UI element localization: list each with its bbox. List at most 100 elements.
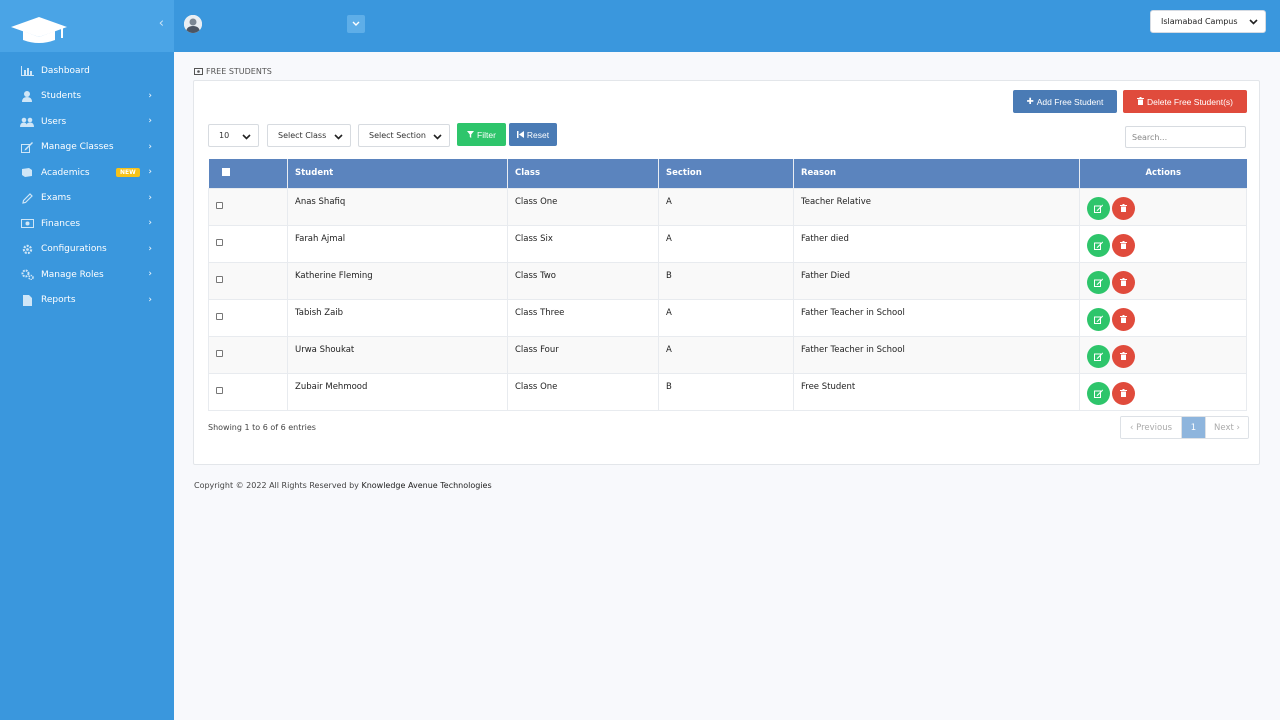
file-icon [20,294,34,306]
sidebar-item-dashboard[interactable]: Dashboard [0,58,174,84]
users-icon [20,116,34,128]
row-select-cell [208,224,288,263]
copyright-text: Copyright © 2022 All Rights Reserved by [194,481,359,490]
row-select-cell [208,261,288,300]
section-select[interactable]: Select Section [358,124,450,147]
section-cell: A [658,224,794,263]
edit-button[interactable] [1087,381,1110,405]
trash-icon [1120,241,1127,249]
edit-button[interactable] [1087,307,1110,331]
sidebar-item-exams[interactable]: Exams › [0,186,174,212]
actions-cell [1079,372,1247,411]
edit-button[interactable] [1087,270,1110,294]
reset-button[interactable]: Reset [509,123,557,146]
edit-icon [1094,241,1103,250]
sidebar-item-reports[interactable]: Reports › [0,288,174,314]
row-checkbox[interactable] [216,201,223,209]
edit-icon [1094,389,1103,398]
delete-button[interactable] [1112,196,1135,220]
search-input[interactable] [1125,126,1246,148]
delete-button[interactable] [1112,307,1135,331]
row-select-cell [208,335,288,374]
sidebar-item-configurations[interactable]: Configurations › [0,237,174,263]
reset-label: Reset [526,129,550,140]
sidebar-item-manage-roles[interactable]: Manage Roles › [0,262,174,288]
class-select[interactable]: Select Class [267,124,351,147]
section-select-value: Select Section [369,131,426,140]
page-1-button[interactable]: 1 [1182,417,1205,438]
sidebar-item-academics[interactable]: Academics NEW › [0,160,174,186]
reason-cell: Father Died [793,261,1080,300]
class-cell: Class Four [507,335,659,374]
previous-label: Previous [1136,422,1173,433]
class-cell: Class Three [507,298,659,337]
row-checkbox[interactable] [216,312,223,320]
skip-back-icon [516,131,524,138]
chevron-right-icon: › [148,90,152,101]
user-avatar[interactable] [184,15,202,33]
sidebar-item-finances[interactable]: Finances › [0,211,174,237]
class-cell: Class Two [507,261,659,300]
actions-cell [1079,224,1247,263]
edit-button[interactable] [1087,233,1110,257]
column-header[interactable]: Section [658,159,794,188]
column-header[interactable]: Student [287,159,508,188]
row-checkbox[interactable] [216,275,223,283]
delete-button[interactable] [1112,233,1135,257]
table-header-row: Student Class Section Reason Actions [208,159,1247,188]
select-all-checkbox[interactable] [221,167,230,176]
class-cell: Class Six [507,224,659,263]
actions-cell [1079,335,1247,374]
page-title-text: FREE STUDENTS [206,67,272,76]
edit-icon [1094,204,1103,213]
row-checkbox[interactable] [216,238,223,246]
column-header[interactable]: Reason [793,159,1080,188]
student-cell: Tabish Zaib [287,298,508,337]
sidebar-item-label: Manage Classes [41,142,114,153]
bar-chart-icon [20,65,34,77]
table-row: Anas Shafiq Class One A Teacher Relative [208,187,1247,226]
reason-cell: Father Teacher in School [793,335,1080,374]
column-header[interactable]: Class [507,159,659,188]
table-row: Tabish Zaib Class Three A Father Teacher… [208,298,1247,337]
student-cell: Farah Ajmal [287,224,508,263]
section-cell: A [658,187,794,226]
company-link[interactable]: Knowledge Avenue Technologies [361,481,491,490]
table-info: Showing 1 to 6 of 6 entries [208,423,316,432]
user-menu-toggle[interactable] [347,15,365,33]
chevron-down-icon [242,134,251,140]
previous-page-button[interactable]: ‹ Previous [1121,417,1182,438]
money-icon [194,68,203,75]
delete-button[interactable] [1112,381,1135,405]
sidebar-item-users[interactable]: Users › [0,109,174,135]
delete-free-students-button[interactable]: Delete Free Student(s) [1123,90,1247,113]
chevron-right-icon: › [148,192,152,203]
student-cell: Zubair Mehmood [287,372,508,411]
entries-length-select[interactable]: 10 [208,124,259,147]
edit-button[interactable] [1087,196,1110,220]
plus-icon: ✚ [1026,96,1034,106]
campus-select[interactable]: Islamabad Campus [1150,10,1266,33]
chevron-down-icon [334,134,343,140]
table-row: Katherine Fleming Class Two B Father Die… [208,261,1247,300]
delete-button[interactable] [1112,270,1135,294]
collapse-sidebar-icon[interactable]: ‹ [159,16,164,31]
filter-button[interactable]: Filter [457,123,506,146]
pencil-icon [20,192,34,204]
gears-icon [20,269,34,281]
add-free-student-button[interactable]: ✚ Add Free Student [1013,90,1117,113]
row-checkbox[interactable] [216,349,223,357]
next-page-button[interactable]: Next › [1205,417,1248,438]
sidebar-item-label: Students [41,91,82,102]
sidebar-nav: Dashboard Students › Users › Manage Clas… [0,58,174,313]
graduation-cap-logo-icon[interactable] [10,14,68,47]
chevron-down-icon [352,21,360,26]
next-label: Next [1214,422,1234,433]
edit-icon [20,141,34,153]
delete-button[interactable] [1112,344,1135,368]
sidebar-item-manage-classes[interactable]: Manage Classes › [0,135,174,161]
chevron-right-icon: › [148,218,152,228]
edit-button[interactable] [1087,344,1110,368]
sidebar-item-students[interactable]: Students › [0,84,174,110]
row-checkbox[interactable] [216,386,223,394]
